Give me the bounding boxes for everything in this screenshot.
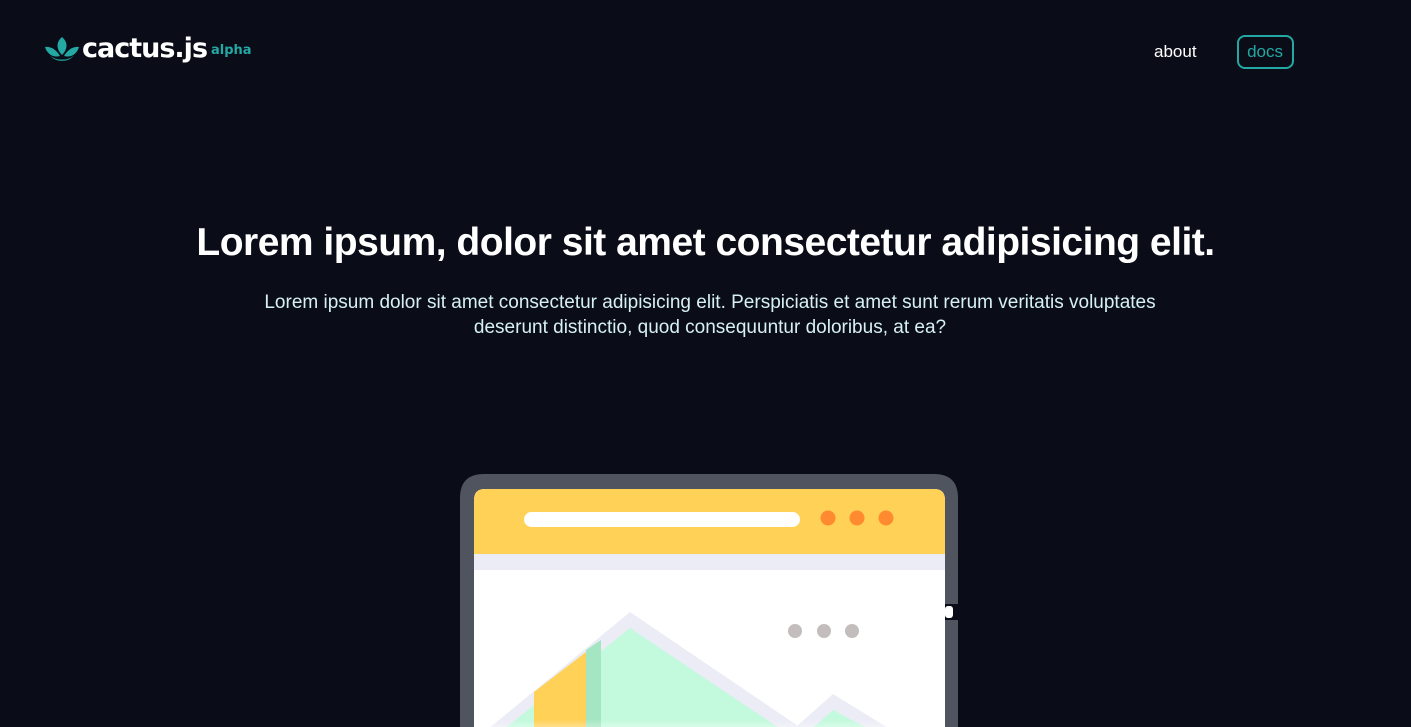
- browser-window-landscape-icon: [460, 474, 962, 727]
- hero-subtitle: Lorem ipsum dolor sit amet consectetur a…: [264, 292, 1156, 338]
- brand-logo-link[interactable]: cactus.js alpha: [44, 33, 252, 65]
- brand-badge: alpha: [211, 43, 252, 58]
- nav-button-docs[interactable]: docs: [1236, 35, 1294, 69]
- hero-title: Lorem ipsum, dolor sit amet consectetur …: [196, 221, 1215, 264]
- landing-page: cactus.js alpha about docs Lorem ipsum, …: [0, 0, 1411, 727]
- top-nav: about docs: [1138, 34, 1294, 70]
- cactus-leaves-icon: [45, 37, 79, 61]
- brand-name: cactus.js: [82, 33, 208, 64]
- nav-link-about[interactable]: about: [1138, 34, 1213, 70]
